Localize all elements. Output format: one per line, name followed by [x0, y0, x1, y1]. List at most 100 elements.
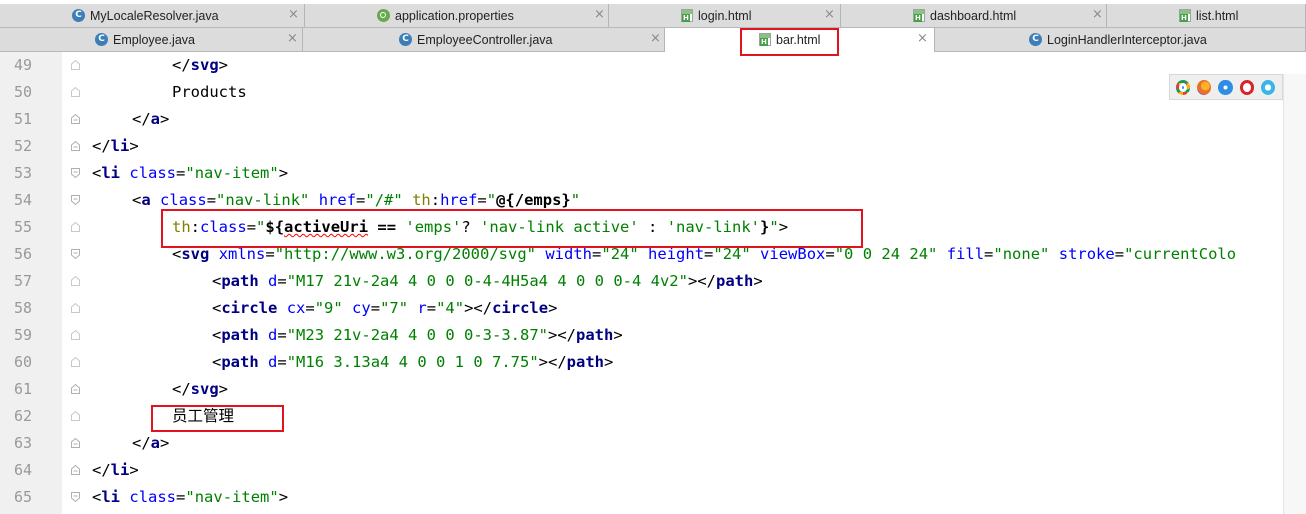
code-token: >: [160, 434, 170, 452]
code-token: <: [212, 299, 222, 317]
java-class-icon: C: [399, 33, 412, 46]
close-icon[interactable]: ×: [917, 31, 928, 46]
code-token: class: [129, 164, 177, 182]
code-line[interactable]: 65 <li class="nav-item">: [0, 484, 1306, 511]
code-token: </: [132, 110, 151, 128]
fold-marker-icon[interactable]: [71, 195, 80, 205]
safari-icon[interactable]: [1218, 79, 1233, 95]
code-token: =: [1114, 245, 1125, 263]
code-line[interactable]: 59 <path d="M23 21v-2a4 4 0 0 0-3-3.87"><…: [0, 322, 1306, 349]
close-icon[interactable]: ×: [288, 7, 299, 22]
code-token: <: [132, 191, 142, 209]
code-token: "nav-item": [185, 488, 279, 506]
opera-icon[interactable]: [1239, 79, 1254, 95]
fold-marker-icon[interactable]: [71, 276, 80, 286]
editor-tab-application-properties[interactable]: application.properties ×: [305, 4, 609, 27]
close-icon[interactable]: ×: [824, 7, 835, 22]
editor-tab-dashboard-html[interactable]: Hdashboard.html ×: [841, 4, 1107, 27]
code-token: <: [92, 488, 102, 506]
code-token: href: [440, 191, 478, 209]
ie-icon[interactable]: [1260, 79, 1275, 95]
line-number: 53: [13, 164, 32, 182]
code-line[interactable]: 61 </svg>: [0, 376, 1306, 403]
code-line[interactable]: 49 </svg>: [0, 52, 1306, 79]
code-token: ></: [548, 326, 576, 344]
code-token: =: [305, 299, 315, 317]
code-token: ></: [687, 272, 716, 290]
fold-marker-icon[interactable]: [71, 168, 80, 178]
close-icon[interactable]: ×: [1092, 7, 1103, 22]
firefox-icon[interactable]: [1197, 79, 1212, 95]
code-text: </a>: [132, 430, 169, 457]
editor-tab-mylocaleresolver-java[interactable]: C MyLocaleResolver.java ×: [0, 4, 305, 27]
java-class-icon: C: [1029, 33, 1042, 46]
fold-marker-icon[interactable]: [71, 384, 80, 394]
fold-marker-icon[interactable]: [71, 87, 80, 97]
code-token: >: [753, 272, 763, 290]
code-token: =: [277, 326, 287, 344]
line-number: 56: [13, 245, 32, 263]
fold-marker-icon[interactable]: [71, 141, 80, 151]
tab-label: login.html: [698, 8, 752, 23]
code-line[interactable]: 52 </li>: [0, 133, 1306, 160]
code-line[interactable]: 60 <path d="M16 3.13a4 4 0 0 1 0 7.75"></…: [0, 349, 1306, 376]
code-token: a: [141, 191, 151, 209]
editor-tab-list-html[interactable]: Hlist.html: [1107, 4, 1306, 27]
code-line[interactable]: 50 Products: [0, 79, 1306, 106]
tab-label: LoginHandlerInterceptor.java: [1047, 32, 1207, 47]
code-token: @{/emps}: [496, 191, 571, 209]
fold-marker-icon[interactable]: [71, 411, 80, 421]
code-token: li: [101, 164, 121, 182]
code-line[interactable]: 63 </a>: [0, 430, 1306, 457]
editor-right-scroll-strip[interactable]: [1283, 74, 1306, 514]
spring-properties-icon: [377, 9, 390, 22]
close-icon[interactable]: ×: [287, 31, 298, 46]
close-icon[interactable]: ×: [650, 31, 661, 46]
code-token: :: [430, 191, 441, 209]
code-line[interactable]: 53 <li class="nav-item">: [0, 160, 1306, 187]
editor-tab-employeecontroller-java[interactable]: C EmployeeController.java ×: [303, 28, 665, 51]
line-number: 55: [13, 218, 32, 236]
fold-marker-icon[interactable]: [71, 114, 80, 124]
editor-tab-loginhandlerinterceptor-java[interactable]: C LoginHandlerInterceptor.java: [935, 28, 1306, 51]
fold-marker-icon[interactable]: [71, 249, 80, 259]
editor-tab-employee-java[interactable]: C Employee.java ×: [0, 28, 303, 51]
fold-marker-icon[interactable]: [71, 60, 80, 70]
code-token: >: [613, 326, 623, 344]
fold-marker-icon[interactable]: [71, 303, 80, 313]
tab-content: Hlist.html: [1179, 4, 1238, 27]
fold-marker-icon[interactable]: [71, 438, 80, 448]
code-token: path: [221, 272, 259, 290]
code-token: "nav-item": [185, 164, 279, 182]
fold-marker-icon[interactable]: [71, 492, 80, 502]
code-token: a: [150, 110, 161, 128]
fold-marker-icon[interactable]: [71, 465, 80, 475]
fold-marker-icon[interactable]: [71, 357, 80, 367]
code-line[interactable]: 51 </a>: [0, 106, 1306, 133]
chrome-icon[interactable]: [1176, 79, 1191, 95]
code-text: </svg>: [172, 52, 228, 79]
code-editor[interactable]: 49 </svg> 50 Products 51 </a> 52 </li> 53 <li cla…: [0, 52, 1306, 514]
fold-marker-icon[interactable]: [71, 330, 80, 340]
code-token: d: [268, 272, 278, 290]
code-line[interactable]: 64 </li>: [0, 457, 1306, 484]
code-token: circle: [492, 299, 549, 317]
code-token: "/#": [365, 191, 403, 209]
code-token: <: [212, 326, 222, 344]
tab-content: application.properties: [377, 4, 514, 27]
code-line[interactable]: 57 <path d="M17 21v-2a4 4 0 0 0-4-4H5a4 4…: [0, 268, 1306, 295]
code-token: th: [412, 191, 431, 209]
code-token: >: [218, 56, 229, 74]
code-token: "M17 21v-2a4 4 0 0 0-4-4H5a4 4 0 0 0-4 4…: [286, 272, 688, 290]
code-token: >: [278, 488, 289, 506]
tab-label: application.properties: [395, 8, 514, 23]
close-icon[interactable]: ×: [594, 7, 605, 22]
fold-marker-icon[interactable]: [71, 222, 80, 232]
code-line[interactable]: 58 <circle cx="9" cy="7" r="4"></circle>: [0, 295, 1306, 322]
editor-tab-login-html[interactable]: Hlogin.html ×: [609, 4, 841, 27]
